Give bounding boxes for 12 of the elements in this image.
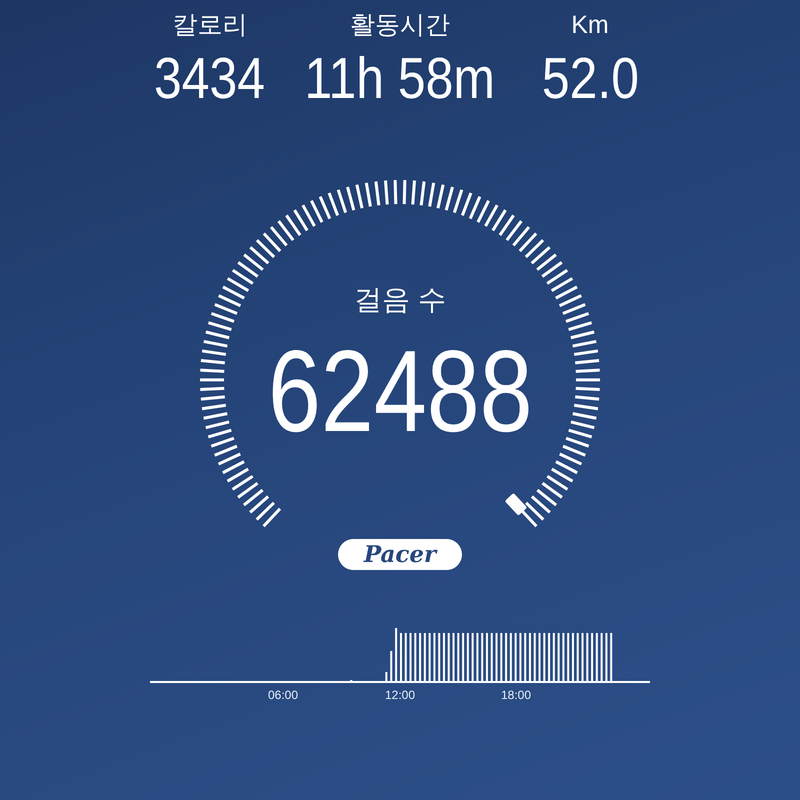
- steps-label: 걸음 수: [354, 283, 446, 317]
- stat-label: Km: [571, 10, 609, 41]
- time-label: 06:00: [268, 688, 298, 702]
- stat-value: 3434: [154, 48, 266, 110]
- stat-label: 칼로리: [172, 10, 248, 41]
- time-label: 18:00: [500, 688, 532, 702]
- steps-value: 62488: [268, 331, 532, 451]
- stat-value: 52.0: [541, 48, 639, 110]
- time-label: 12:00: [384, 688, 416, 702]
- pacer-logo: Pacer: [338, 539, 462, 570]
- stat-label: 활동시간: [350, 10, 450, 41]
- stat-value: 11h 58m: [304, 48, 496, 110]
